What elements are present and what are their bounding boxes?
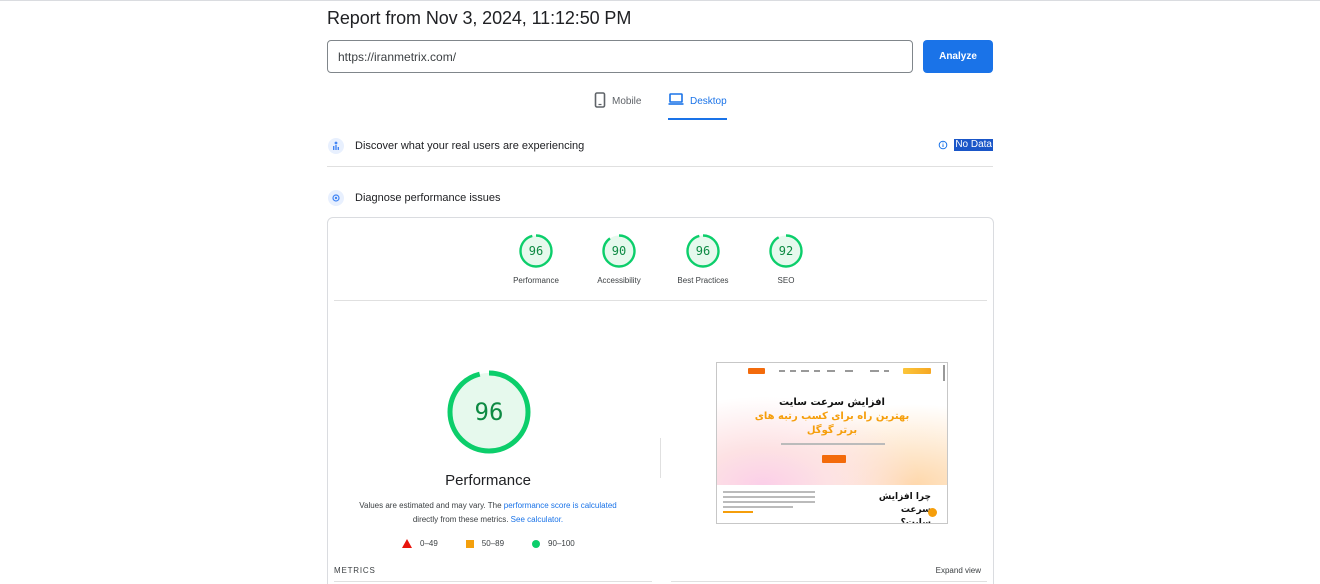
gauge-performance-label: Performance [513,276,559,285]
performance-title: Performance [445,472,531,489]
tab-desktop[interactable]: Desktop [668,92,727,120]
gauge-accessibility-label: Accessibility [597,276,641,285]
thumbnail-section-heading: چرا افزایش سرعت سایت؟ [878,492,931,524]
diagnose-label: Diagnose performance issues [355,192,501,204]
tab-mobile[interactable]: Mobile [594,92,641,120]
lighthouse-icon [328,190,344,206]
thumbnail-hero: افزایش سرعت سایت بهترین راه برای کسب رتب… [717,381,947,485]
legend-pass: 90–100 [532,539,575,548]
top-divider [0,0,1320,1]
legend-pass-range: 90–100 [548,539,575,548]
field-data-section: Discover what your real users are experi… [327,136,993,156]
thumbnail-logo [903,368,931,374]
gauge-accessibility[interactable]: 90 Accessibility [579,233,659,285]
laptop-icon [668,93,684,105]
note-prefix: Values are estimated and may vary. The [359,501,504,510]
gauge-seo[interactable]: 92 SEO [746,233,826,285]
analyze-button[interactable]: Analyze [923,40,993,73]
phone-icon [594,92,606,108]
legend-average-range: 50–89 [481,539,505,548]
tab-desktop-label: Desktop [690,96,727,107]
gauge-performance-score: 96 [529,244,543,258]
performance-score-large: 96 [475,398,504,426]
square-icon [465,539,474,548]
triangle-icon [402,539,412,548]
gauge-best-practices[interactable]: 96 Best Practices [663,233,743,285]
page-screenshot-thumbnail[interactable]: افزایش سرعت سایت بهترین راه برای کسب رتب… [716,362,948,524]
url-input[interactable] [327,40,913,73]
report-panel: 96 Performance 90 Accessibility 96 Best … [327,217,994,584]
expand-view-toggle[interactable]: Expand view [936,566,981,575]
score-legend: 0–49 50–89 90–100 [402,539,603,548]
field-data-status: No Data [938,139,993,151]
performance-note: Values are estimated and may vary. The p… [338,499,638,527]
report-title: Report from Nov 3, 2024, 11:12:50 PM [327,8,632,28]
category-gauges: 96 Performance 90 Accessibility 96 Best … [328,218,993,298]
thumbnail-headline: افزایش سرعت سایت [779,397,885,408]
gauge-seo-label: SEO [777,276,795,285]
performance-gauge-large: 96 [447,370,531,454]
legend-fail-range: 0–49 [420,539,438,548]
users-chart-icon [328,138,344,154]
thumbnail-cta [822,455,846,463]
gauge-seo-score: 92 [779,244,793,258]
info-icon[interactable] [938,140,948,150]
note-middle: directly from these metrics. [412,515,511,524]
legend-fail: 0–49 [402,539,438,548]
gauge-accessibility-score: 90 [612,244,626,258]
no-data-badge: No Data [954,139,993,151]
thumbnail-nav [717,363,947,381]
gauge-best-practices-label: Best Practices [677,276,729,285]
gauges-divider [334,300,987,301]
see-calculator-link[interactable]: See calculator. [511,515,563,524]
circle-icon [532,539,541,548]
field-data-label: Discover what your real users are experi… [355,140,585,152]
tab-mobile-label: Mobile [612,96,642,107]
metrics-divider-left [334,581,652,582]
gauge-performance[interactable]: 96 Performance [496,233,576,285]
diagnose-section: Diagnose performance issues [327,188,993,208]
metrics-heading: METRICS [334,566,376,575]
legend-average: 50–89 [465,539,505,548]
gauge-best-practices-score: 96 [696,244,710,258]
metrics-divider-right [671,581,987,582]
score-calculated-link[interactable]: performance score is calculated [504,501,617,510]
thumbnail-subheadline-2: برتر گوگل [806,425,858,436]
section-divider [327,166,993,167]
column-divider [660,438,661,478]
thumbnail-subheadline: بهترین راه برای کسب رتبه های [754,411,910,422]
